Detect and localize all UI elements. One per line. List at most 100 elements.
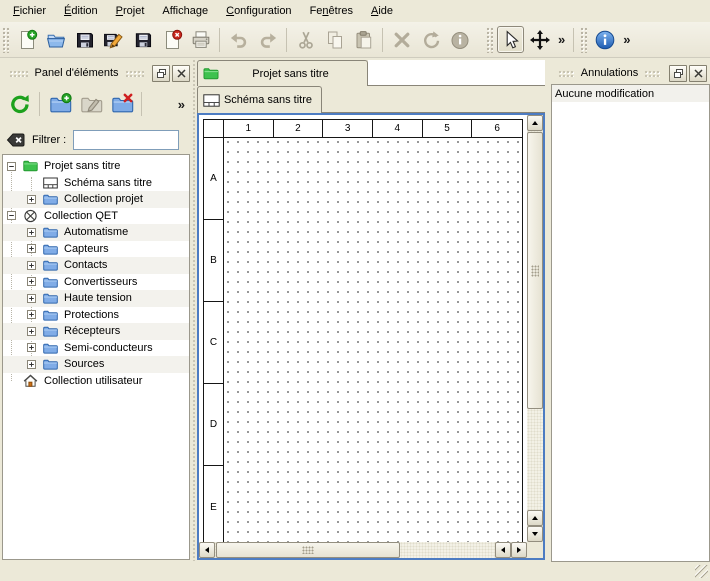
tab-project[interactable]: Projet sans titre: [197, 60, 368, 86]
close-dock-button[interactable]: [172, 65, 190, 82]
tree-item-label: Capteurs: [64, 243, 109, 255]
redo-icon: [257, 29, 279, 51]
toolbar-overflow-button[interactable]: »: [619, 32, 634, 47]
element-tree[interactable]: Projet sans titreSchéma sans titreCollec…: [2, 154, 190, 560]
float-dock-button[interactable]: [152, 65, 170, 82]
tree-item[interactable]: Projet sans titre: [3, 158, 189, 175]
toolbar-handle[interactable]: [486, 27, 493, 53]
tree-item[interactable]: Collection utilisateur: [3, 373, 189, 390]
undo-button: [225, 26, 252, 53]
collapse-icon[interactable]: [7, 211, 16, 220]
resize-grip[interactable]: [695, 565, 708, 578]
close-file-button[interactable]: [158, 26, 185, 53]
tree-item-label: Récepteurs: [64, 325, 120, 337]
paste-button: [350, 26, 377, 53]
tree-item[interactable]: Capteurs: [3, 241, 189, 258]
menu-aide[interactable]: Aide: [362, 2, 402, 20]
row-label: D: [204, 384, 223, 466]
tree-item[interactable]: Sources: [3, 356, 189, 373]
vertical-scrollbar-thumb[interactable]: [527, 132, 543, 409]
save-all-button[interactable]: [129, 26, 156, 53]
expand-icon[interactable]: [27, 327, 36, 336]
clear-filter-button[interactable]: [5, 130, 25, 150]
scrollbar-corner: [527, 542, 543, 558]
close-dock-button[interactable]: [689, 65, 707, 82]
scroll-down-button[interactable]: [527, 526, 543, 542]
main-toolbar: » »: [0, 22, 710, 58]
tree-item[interactable]: Collection projet: [3, 191, 189, 208]
print-button[interactable]: [187, 26, 214, 53]
tree-item[interactable]: Récepteurs: [3, 323, 189, 340]
open-button[interactable]: [42, 26, 69, 53]
selection-tool-button[interactable]: [497, 26, 524, 53]
tree-item[interactable]: Contacts: [3, 257, 189, 274]
status-bar: [0, 561, 710, 581]
menu-affichage[interactable]: Affichage: [153, 2, 217, 20]
horizontal-scrollbar[interactable]: [199, 542, 527, 558]
save-as-button[interactable]: [100, 26, 127, 53]
schema-tabbar: Schéma sans titre: [197, 86, 545, 113]
expand-icon[interactable]: [27, 228, 36, 237]
tree-item[interactable]: Automatisme: [3, 224, 189, 241]
horizontal-scrollbar-thumb[interactable]: [216, 542, 400, 558]
rotate-button: [417, 26, 444, 53]
reload-collections-button[interactable]: [5, 90, 34, 119]
tree-item[interactable]: Schéma sans titre: [3, 175, 189, 192]
vertical-scrollbar[interactable]: [527, 115, 543, 542]
scroll-right-button[interactable]: [511, 542, 527, 558]
cut-icon: [295, 29, 317, 51]
new-document-button[interactable]: [13, 26, 40, 53]
tree-item[interactable]: Protections: [3, 307, 189, 324]
schema-page-frame: 123456 ABCDE: [203, 119, 523, 542]
project-icon: [23, 159, 38, 173]
menu-fichier[interactable]: Fichier: [4, 2, 55, 20]
undo-list-item[interactable]: Aucune modification: [552, 85, 709, 102]
schema-canvas[interactable]: 123456 ABCDE: [199, 115, 527, 542]
toolbar-overflow-button[interactable]: »: [554, 32, 569, 47]
toolbar-handle[interactable]: [580, 27, 587, 53]
undo-list[interactable]: Aucune modification: [551, 84, 710, 562]
print-icon: [190, 29, 212, 51]
scroll-left-button[interactable]: [199, 542, 215, 558]
expand-icon[interactable]: [27, 261, 36, 270]
delete-button: [388, 26, 415, 53]
new-category-button[interactable]: [45, 90, 74, 119]
filter-input[interactable]: [73, 130, 179, 150]
collapse-icon[interactable]: [7, 162, 16, 171]
scroll-left-button[interactable]: [495, 542, 511, 558]
row-label: C: [204, 302, 223, 384]
tree-item[interactable]: Collection QET: [3, 208, 189, 225]
panel-overflow-button[interactable]: »: [174, 97, 189, 112]
save-button[interactable]: [71, 26, 98, 53]
expand-icon[interactable]: [27, 360, 36, 369]
float-icon: [673, 68, 684, 79]
tree-item-label: Projet sans titre: [44, 160, 120, 172]
rotate-icon: [420, 29, 442, 51]
tree-item[interactable]: Haute tension: [3, 290, 189, 307]
expand-icon[interactable]: [27, 244, 36, 253]
project-folder-icon: [203, 67, 219, 80]
expand-icon[interactable]: [27, 294, 36, 303]
row-header-band: ABCDE: [204, 138, 224, 542]
tab-schema[interactable]: Schéma sans titre: [197, 86, 322, 113]
expand-icon[interactable]: [27, 343, 36, 352]
menu-configuration[interactable]: Configuration: [217, 2, 300, 20]
delete-category-button[interactable]: [107, 90, 136, 119]
expand-icon[interactable]: [27, 277, 36, 286]
scroll-up-button[interactable]: [527, 115, 543, 131]
menu-projet[interactable]: Projet: [107, 2, 154, 20]
folder-icon: [43, 291, 58, 305]
project-tabbar: Projet sans titre: [197, 60, 545, 86]
expand-icon[interactable]: [27, 195, 36, 204]
tree-item[interactable]: Convertisseurs: [3, 274, 189, 291]
about-button[interactable]: [591, 26, 618, 53]
menu-edition[interactable]: Édition: [55, 2, 107, 20]
tree-item[interactable]: Semi-conducteurs: [3, 340, 189, 357]
float-dock-button[interactable]: [669, 65, 687, 82]
save-as-icon: [103, 29, 125, 51]
scroll-up-button[interactable]: [527, 510, 543, 526]
expand-icon[interactable]: [27, 310, 36, 319]
move-tool-button[interactable]: [526, 26, 553, 53]
menu-fenetres[interactable]: Fenêtres: [301, 2, 362, 20]
toolbar-handle[interactable]: [2, 27, 9, 53]
